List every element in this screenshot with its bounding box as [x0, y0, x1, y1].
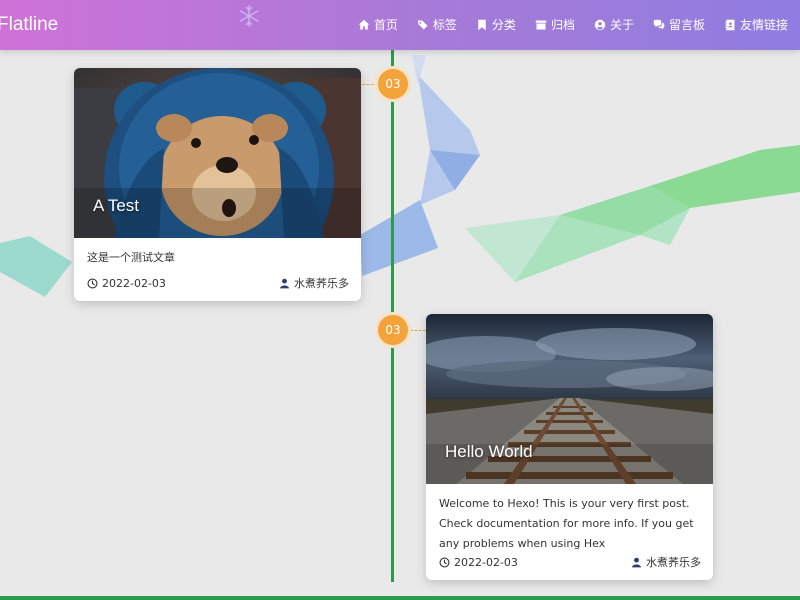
comments-icon: [653, 19, 665, 30]
post-date-text: 2022-02-03: [102, 276, 166, 290]
post-author[interactable]: 水煮荞乐多: [631, 554, 701, 570]
post-meta: 2022-02-03 水煮荞乐多: [87, 275, 349, 291]
nav-tags[interactable]: 标签: [417, 15, 457, 35]
post-cover-image[interactable]: Hello World: [426, 314, 713, 484]
clock-icon: [439, 556, 450, 568]
post-excerpt: Welcome to Hexo! This is your very first…: [439, 497, 694, 550]
nav-label: 标签: [432, 18, 457, 32]
tags-icon: [417, 20, 428, 30]
user-circle-icon: [594, 19, 606, 31]
post-meta: 2022-02-03 水煮荞乐多: [439, 554, 701, 570]
clock-icon: [87, 277, 98, 289]
date-badge: 03: [375, 312, 411, 348]
nav-categories[interactable]: 分类: [476, 15, 516, 35]
nav-home[interactable]: 首页: [358, 15, 398, 35]
post-author-name: 水煮荞乐多: [646, 556, 701, 569]
post-title[interactable]: Hello World: [445, 442, 533, 462]
site-brand[interactable]: Flatline: [0, 13, 58, 37]
user-icon: [280, 278, 289, 288]
nav-label: 首页: [373, 18, 398, 32]
archive-icon: [535, 20, 547, 30]
address-book-icon: [725, 19, 735, 31]
timeline-connector: [410, 330, 426, 331]
post-author[interactable]: 水煮荞乐多: [279, 275, 349, 291]
nav-archive[interactable]: 归档: [535, 15, 575, 35]
post-body: Welcome to Hexo! This is your very first…: [426, 484, 713, 554]
post-excerpt: 这是一个测试文章: [87, 251, 175, 264]
nav-guestbook[interactable]: 留言板: [653, 15, 705, 35]
post-date-text: 2022-02-03: [454, 555, 518, 569]
post-date: 2022-02-03: [439, 556, 518, 569]
main-nav: 首页 标签 分类 归档 关于 留言板 友情链接: [339, 15, 788, 35]
snowflake-icon: [239, 5, 259, 27]
nav-friend-links[interactable]: 友情链接: [724, 15, 788, 35]
post-author-name: 水煮荞乐多: [294, 277, 349, 290]
post-card[interactable]: Hello World Welcome to Hexo! This is you…: [426, 314, 713, 580]
post-body: 这是一个测试文章: [74, 238, 361, 268]
user-icon: [632, 557, 641, 567]
bottom-border: [0, 596, 800, 600]
nav-about[interactable]: 关于: [594, 15, 634, 35]
post-title[interactable]: A Test: [93, 196, 139, 216]
top-navbar: Flatline 首页 标签 分类 归档 关于 留言板 友情链接: [0, 0, 800, 50]
post-cover-image[interactable]: A Test: [74, 68, 361, 238]
bookmark-icon: [478, 19, 486, 31]
nav-label: 关于: [609, 18, 634, 32]
nav-label: 友情链接: [739, 18, 788, 32]
nav-label: 归档: [550, 18, 575, 32]
nav-label: 留言板: [668, 18, 705, 32]
home-icon: [358, 19, 370, 30]
nav-label: 分类: [491, 18, 516, 32]
post-date: 2022-02-03: [87, 277, 166, 290]
date-badge: 03: [375, 66, 411, 102]
post-card[interactable]: A Test 这是一个测试文章 2022-02-03 水煮荞乐多: [74, 68, 361, 301]
